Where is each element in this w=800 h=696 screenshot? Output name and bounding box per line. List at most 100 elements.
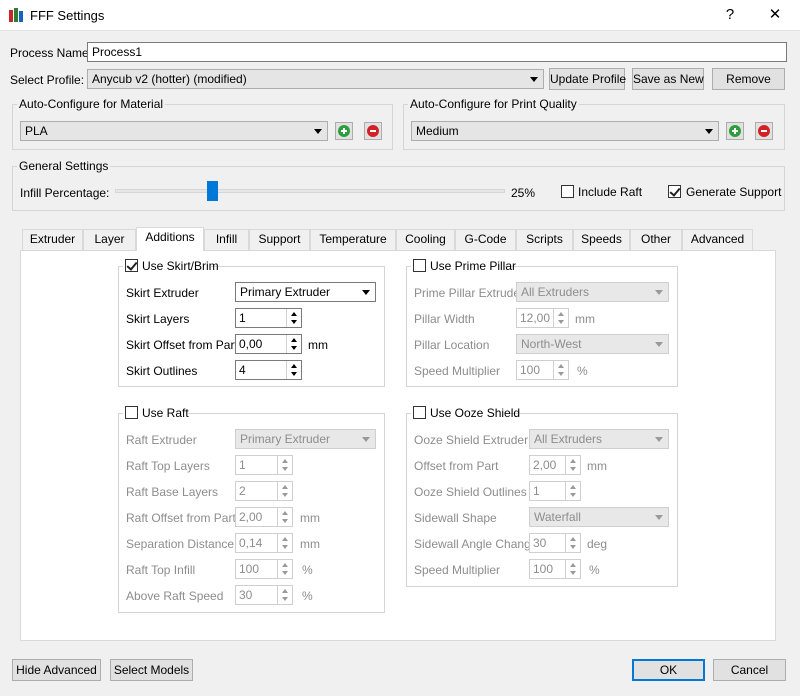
spin-arrows-icon[interactable] bbox=[553, 309, 568, 327]
spin-arrows-icon[interactable] bbox=[553, 361, 568, 379]
minus-icon bbox=[367, 125, 379, 137]
ooze-extruder-select[interactable]: All Extruders bbox=[529, 429, 669, 449]
above-raft-speed-value: 30 bbox=[239, 588, 253, 602]
spin-arrows-icon[interactable] bbox=[277, 456, 292, 474]
use-skirt-checkbox[interactable] bbox=[125, 259, 138, 272]
above-raft-speed-spinbox[interactable]: 30 bbox=[235, 585, 293, 605]
tab-additions[interactable]: Additions bbox=[136, 227, 204, 251]
skirt-extruder-select[interactable]: Primary Extruder bbox=[235, 282, 376, 302]
tab-cooling[interactable]: Cooling bbox=[396, 229, 455, 250]
profile-select[interactable]: Anycub v2 (hotter) (modified) bbox=[87, 69, 544, 89]
select-models-button[interactable]: Select Models bbox=[110, 659, 193, 681]
chevron-down-icon bbox=[655, 515, 663, 520]
ok-button[interactable]: OK bbox=[632, 659, 705, 681]
skirt-outlines-value: 4 bbox=[239, 363, 246, 377]
raft-top-layers-label: Raft Top Layers bbox=[126, 459, 210, 473]
skirt-offset-spinbox[interactable]: 0,00 bbox=[235, 334, 302, 354]
remove-material-button[interactable] bbox=[364, 122, 382, 140]
material-select[interactable]: PLA bbox=[20, 121, 328, 141]
raft-top-infill-spinbox[interactable]: 100 bbox=[235, 559, 293, 579]
infill-slider-handle[interactable] bbox=[206, 181, 218, 201]
sidewall-shape-label: Sidewall Shape bbox=[414, 511, 497, 525]
raft-offset-spinbox[interactable]: 2,00 bbox=[235, 507, 293, 527]
ooze-offset-unit: mm bbox=[587, 459, 607, 473]
add-material-button[interactable] bbox=[335, 122, 353, 140]
material-group-title: Auto-Configure for Material bbox=[17, 97, 166, 111]
raft-extruder-select[interactable]: Primary Extruder bbox=[235, 429, 376, 449]
generate-support-checkbox[interactable] bbox=[668, 185, 681, 198]
raft-top-infill-label: Raft Top Infill bbox=[126, 563, 196, 577]
skirt-outlines-spinbox[interactable]: 4 bbox=[235, 360, 302, 380]
close-button[interactable]: ✕ bbox=[760, 4, 790, 26]
tab-gcode[interactable]: G-Code bbox=[455, 229, 516, 250]
pillar-location-select[interactable]: North-West bbox=[516, 334, 669, 354]
tab-support[interactable]: Support bbox=[249, 229, 310, 250]
help-button[interactable]: ? bbox=[715, 4, 745, 26]
spin-arrows-icon[interactable] bbox=[277, 482, 292, 500]
spin-arrows-icon[interactable] bbox=[277, 586, 292, 604]
save-as-new-button[interactable]: Save as New bbox=[632, 68, 704, 90]
sidewall-angle-spinbox[interactable]: 30 bbox=[529, 533, 581, 553]
include-raft-checkbox[interactable] bbox=[561, 185, 574, 198]
ooze-outlines-spinbox[interactable]: 1 bbox=[529, 481, 581, 501]
raft-top-layers-spinbox[interactable]: 1 bbox=[235, 455, 293, 475]
chevron-down-icon bbox=[530, 77, 538, 82]
tab-speeds[interactable]: Speeds bbox=[573, 229, 630, 250]
spin-arrows-icon[interactable] bbox=[565, 560, 580, 578]
infill-slider-track[interactable] bbox=[115, 189, 505, 193]
raft-offset-value: 2,00 bbox=[239, 510, 263, 524]
tab-other[interactable]: Other bbox=[630, 229, 682, 250]
tab-layer[interactable]: Layer bbox=[83, 229, 136, 250]
infill-percentage-value: 25% bbox=[511, 186, 536, 200]
use-prime-pillar-label: Use Prime Pillar bbox=[430, 259, 517, 273]
plus-icon bbox=[729, 125, 741, 137]
ooze-speed-spinbox[interactable]: 100 bbox=[529, 559, 581, 579]
quality-select[interactable]: Medium bbox=[411, 121, 719, 141]
process-name-input[interactable]: Process1 bbox=[87, 42, 787, 62]
spin-arrows-icon[interactable] bbox=[565, 456, 580, 474]
hide-advanced-button[interactable]: Hide Advanced bbox=[12, 659, 101, 681]
raft-base-layers-spinbox[interactable]: 2 bbox=[235, 481, 293, 501]
cancel-button[interactable]: Cancel bbox=[713, 659, 786, 681]
use-prime-pillar-checkbox[interactable] bbox=[413, 259, 426, 272]
raft-base-layers-label: Raft Base Layers bbox=[126, 485, 219, 499]
remove-quality-button[interactable] bbox=[755, 122, 773, 140]
skirt-offset-value: 0,00 bbox=[239, 337, 263, 351]
update-profile-button[interactable]: Update Profile bbox=[549, 68, 626, 90]
skirt-layers-spinbox[interactable]: 1 bbox=[235, 308, 302, 328]
ooze-outlines-value: 1 bbox=[533, 484, 540, 498]
spin-arrows-icon[interactable] bbox=[277, 508, 292, 526]
tab-temperature[interactable]: Temperature bbox=[310, 229, 396, 250]
tab-scripts[interactable]: Scripts bbox=[516, 229, 573, 250]
tab-advanced[interactable]: Advanced bbox=[682, 229, 753, 250]
general-settings-title: General Settings bbox=[17, 159, 111, 173]
spin-arrows-icon[interactable] bbox=[277, 534, 292, 552]
spin-arrows-icon[interactable] bbox=[277, 560, 292, 578]
spin-arrows-icon[interactable] bbox=[286, 309, 301, 327]
tab-extruder[interactable]: Extruder bbox=[22, 229, 83, 250]
above-raft-speed-label: Above Raft Speed bbox=[126, 589, 224, 603]
ooze-speed-value: 100 bbox=[533, 562, 554, 576]
remove-profile-button[interactable]: Remove bbox=[712, 68, 785, 90]
spin-arrows-icon[interactable] bbox=[286, 335, 301, 353]
spin-arrows-icon[interactable] bbox=[565, 482, 580, 500]
use-raft-checkbox[interactable] bbox=[125, 406, 138, 419]
separation-distance-value: 0,14 bbox=[239, 536, 263, 550]
generate-support-label: Generate Support bbox=[686, 185, 782, 199]
spin-arrows-icon[interactable] bbox=[286, 361, 301, 379]
spin-arrows-icon[interactable] bbox=[565, 534, 580, 552]
chevron-down-icon bbox=[705, 129, 713, 134]
pillar-location-value: North-West bbox=[521, 337, 582, 351]
ooze-offset-spinbox[interactable]: 2,00 bbox=[529, 455, 581, 475]
sidewall-shape-select[interactable]: Waterfall bbox=[529, 507, 669, 527]
skirt-extruder-value: Primary Extruder bbox=[240, 285, 331, 299]
pillar-extruder-select[interactable]: All Extruders bbox=[516, 282, 669, 302]
pillar-speed-spinbox[interactable]: 100 bbox=[516, 360, 569, 380]
title-bar bbox=[0, 0, 800, 31]
use-ooze-shield-checkbox[interactable] bbox=[413, 406, 426, 419]
select-profile-label: Select Profile: bbox=[10, 73, 85, 87]
tab-infill[interactable]: Infill bbox=[204, 229, 249, 250]
add-quality-button[interactable] bbox=[726, 122, 744, 140]
separation-distance-spinbox[interactable]: 0,14 bbox=[235, 533, 293, 553]
pillar-width-spinbox[interactable]: 12,00 bbox=[516, 308, 569, 328]
